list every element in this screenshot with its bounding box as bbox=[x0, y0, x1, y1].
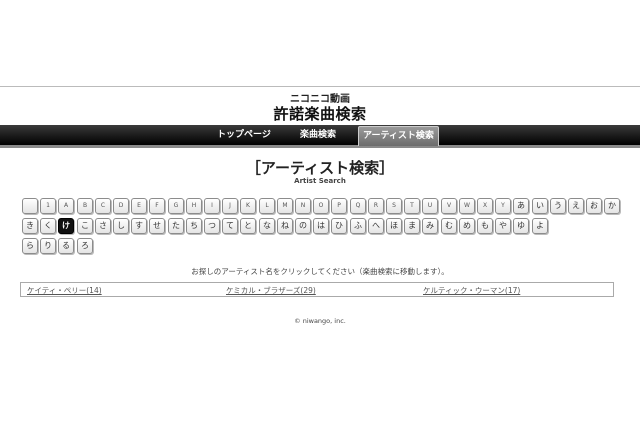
index-key[interactable]: ち bbox=[186, 218, 202, 234]
index-key[interactable]: り bbox=[40, 238, 56, 254]
artist-results: ケイティ・ペリー(14) ケミカル・ブラザーズ(29) ケルティック・ウーマン(… bbox=[20, 282, 614, 297]
index-key[interactable]: 1 bbox=[40, 198, 56, 214]
footer-copyright: © niwango, inc. bbox=[294, 317, 346, 325]
index-key[interactable]: X bbox=[477, 198, 493, 214]
index-key[interactable]: う bbox=[550, 198, 566, 214]
index-key[interactable]: つ bbox=[204, 218, 220, 234]
index-key[interactable]: め bbox=[459, 218, 475, 234]
index-key[interactable]: よ bbox=[532, 218, 548, 234]
index-key[interactable]: R bbox=[368, 198, 384, 214]
nav-song-search[interactable]: 楽曲検索 bbox=[300, 125, 336, 145]
index-key[interactable]: B bbox=[77, 198, 93, 214]
index-key[interactable]: ふ bbox=[350, 218, 366, 234]
index-key[interactable]: た bbox=[168, 218, 184, 234]
index-key[interactable]: I bbox=[204, 198, 220, 214]
index-key[interactable]: る bbox=[58, 238, 74, 254]
artist-link[interactable]: ケミカル・ブラザーズ(29) bbox=[226, 285, 316, 296]
index-key[interactable]: K bbox=[240, 198, 256, 214]
index-key[interactable]: と bbox=[240, 218, 256, 234]
index-key[interactable]: ほ bbox=[386, 218, 402, 234]
index-key[interactable] bbox=[22, 198, 38, 214]
index-key[interactable]: N bbox=[295, 198, 311, 214]
index-key[interactable]: H bbox=[186, 198, 202, 214]
nav-artist-search[interactable]: アーティスト検索 bbox=[358, 126, 439, 146]
index-key[interactable]: お bbox=[586, 198, 602, 214]
index-key[interactable]: か bbox=[604, 198, 620, 214]
index-key[interactable]: し bbox=[113, 218, 129, 234]
index-key[interactable]: ら bbox=[22, 238, 38, 254]
index-key[interactable]: Q bbox=[350, 198, 366, 214]
index-key[interactable]: く bbox=[40, 218, 56, 234]
index-key[interactable]: T bbox=[404, 198, 420, 214]
index-key[interactable]: い bbox=[532, 198, 548, 214]
index-key[interactable]: え bbox=[568, 198, 584, 214]
index-key[interactable]: L bbox=[259, 198, 275, 214]
index-key[interactable]: な bbox=[259, 218, 275, 234]
artist-link[interactable]: ケルティック・ウーマン(17) bbox=[423, 285, 520, 296]
index-key[interactable]: は bbox=[313, 218, 329, 234]
index-key[interactable]: せ bbox=[149, 218, 165, 234]
index-key[interactable]: こ bbox=[77, 218, 93, 234]
index-key[interactable]: C bbox=[95, 198, 111, 214]
index-key[interactable]: へ bbox=[368, 218, 384, 234]
header-divider bbox=[0, 86, 640, 87]
index-key[interactable]: A bbox=[58, 198, 74, 214]
index-key[interactable]: V bbox=[441, 198, 457, 214]
index-key[interactable]: ね bbox=[277, 218, 293, 234]
nav-bar: トップページ 楽曲検索 アーティスト検索 bbox=[0, 125, 640, 148]
brand-title: 許諾楽曲検索 bbox=[273, 105, 367, 123]
index-key[interactable]: E bbox=[131, 198, 147, 214]
nav-top-page[interactable]: トップページ bbox=[217, 125, 271, 145]
index-key[interactable]: む bbox=[441, 218, 457, 234]
index-key[interactable]: さ bbox=[95, 218, 111, 234]
index-key[interactable]: や bbox=[495, 218, 511, 234]
index-key[interactable]: D bbox=[113, 198, 129, 214]
index-key[interactable]: す bbox=[131, 218, 147, 234]
index-key[interactable]: S bbox=[386, 198, 402, 214]
index-key[interactable]: の bbox=[295, 218, 311, 234]
index-key[interactable]: き bbox=[22, 218, 38, 234]
index-key[interactable]: P bbox=[331, 198, 347, 214]
index-key[interactable]: ゆ bbox=[513, 218, 529, 234]
index-key[interactable]: M bbox=[277, 198, 293, 214]
index-key[interactable]: て bbox=[222, 218, 238, 234]
page-title: ［アーティスト検索］ bbox=[245, 159, 395, 177]
index-key[interactable]: ろ bbox=[77, 238, 93, 254]
index-key[interactable]: け bbox=[58, 218, 74, 234]
index-key[interactable]: J bbox=[222, 198, 238, 214]
index-key[interactable]: ひ bbox=[331, 218, 347, 234]
index-key[interactable]: O bbox=[313, 198, 329, 214]
index-key[interactable]: F bbox=[149, 198, 165, 214]
page-subtitle: Artist Search bbox=[294, 177, 346, 185]
index-key[interactable]: も bbox=[477, 218, 493, 234]
index-key[interactable]: Y bbox=[495, 198, 511, 214]
instruction-text: お探しのアーティスト名をクリックしてください（楽曲検索に移動します）。 bbox=[191, 267, 449, 276]
index-key[interactable]: W bbox=[459, 198, 475, 214]
index-key[interactable]: あ bbox=[513, 198, 529, 214]
index-key[interactable]: U bbox=[422, 198, 438, 214]
index-key[interactable]: G bbox=[168, 198, 184, 214]
index-key[interactable]: ま bbox=[404, 218, 420, 234]
index-key[interactable]: み bbox=[422, 218, 438, 234]
artist-link[interactable]: ケイティ・ペリー(14) bbox=[27, 285, 102, 296]
